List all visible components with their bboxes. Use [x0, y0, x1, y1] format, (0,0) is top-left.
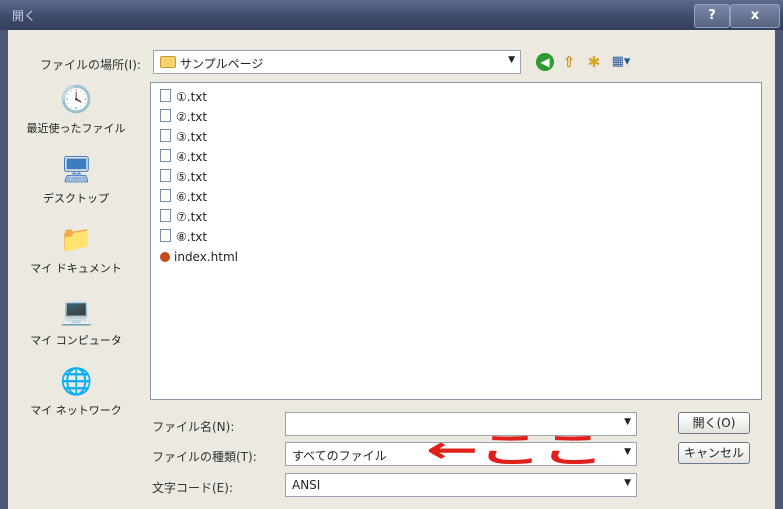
- chevron-down-icon[interactable]: ▼: [508, 55, 515, 65]
- look-in-label: ファイルの場所(I):: [40, 58, 141, 72]
- file-name: ②.txt: [176, 110, 208, 124]
- list-item[interactable]: ③.txt: [160, 129, 207, 145]
- text-file-icon: [160, 169, 171, 182]
- title-bar: 開く ? x: [0, 0, 783, 30]
- open-button[interactable]: 開く(O): [678, 412, 750, 434]
- filetype-value: すべてのファイル: [292, 449, 387, 463]
- file-name: ①.txt: [176, 90, 208, 104]
- dialog-title: 開く: [12, 9, 37, 23]
- place-my-documents[interactable]: 📁 マイ ドキュメント: [10, 224, 142, 276]
- list-item[interactable]: ⑥.txt: [160, 189, 207, 205]
- text-file-icon: [160, 129, 171, 142]
- file-name: index.html: [174, 250, 238, 264]
- list-item[interactable]: ④.txt: [160, 149, 207, 165]
- text-file-icon: [160, 189, 171, 202]
- window-frame-right: [775, 30, 783, 509]
- text-file-icon: [160, 89, 171, 102]
- text-file-icon: [160, 229, 171, 242]
- encoding-label: 文字コード(E):: [152, 481, 233, 495]
- list-item[interactable]: ①.txt: [160, 89, 207, 105]
- filename-label: ファイル名(N):: [152, 420, 235, 434]
- annotation-text: ←ここ: [426, 430, 604, 470]
- list-item[interactable]: ⑧.txt: [160, 229, 207, 245]
- chevron-down-icon[interactable]: ▼: [624, 417, 631, 427]
- look-in-combo[interactable]: サンプルページ ▼: [153, 50, 521, 74]
- file-name: ⑤.txt: [176, 170, 208, 184]
- file-name: ⑦.txt: [176, 210, 208, 224]
- back-arrow-icon[interactable]: ◀: [536, 53, 554, 71]
- file-list[interactable]: ①.txt ②.txt ③.txt ④.txt ⑤.txt ⑥.txt ⑦.tx…: [150, 82, 762, 400]
- chevron-down-icon[interactable]: ▼: [624, 447, 631, 457]
- handwritten-annotation: ←ここ: [426, 430, 604, 470]
- text-file-icon: [160, 209, 171, 222]
- place-label: 最近使ったファイル: [26, 122, 126, 135]
- file-name: ③.txt: [176, 130, 208, 144]
- place-label: マイ ドキュメント: [30, 262, 122, 275]
- view-menu-icon[interactable]: ▦▾: [608, 53, 634, 71]
- place-label: マイ コンピュータ: [30, 334, 122, 347]
- recent-files-icon: 🕓: [60, 85, 93, 115]
- help-button[interactable]: ?: [694, 4, 730, 28]
- list-item[interactable]: ⑤.txt: [160, 169, 207, 185]
- my-network-icon: 🌐: [60, 367, 93, 397]
- list-item[interactable]: index.html: [160, 249, 238, 265]
- encoding-value: ANSI: [292, 478, 321, 492]
- my-computer-icon: 💻: [60, 297, 93, 327]
- encoding-select[interactable]: ANSI ▼: [285, 473, 637, 497]
- close-button[interactable]: x: [730, 4, 780, 28]
- places-bar: 🕓 最近使ったファイル 🖥 デスクトップ 📁 マイ ドキュメント 💻 マイ コン…: [10, 84, 142, 484]
- cancel-button[interactable]: キャンセル: [678, 442, 750, 464]
- text-file-icon: [160, 109, 171, 122]
- window-frame-left: [0, 30, 8, 509]
- new-folder-icon[interactable]: ✱: [585, 53, 603, 71]
- look-in-value: サンプルページ: [180, 57, 264, 71]
- list-item[interactable]: ⑦.txt: [160, 209, 207, 225]
- chevron-down-icon[interactable]: ▼: [624, 478, 631, 488]
- file-name: ④.txt: [176, 150, 208, 164]
- place-my-computer[interactable]: 💻 マイ コンピュータ: [10, 296, 142, 348]
- my-documents-icon: 📁: [60, 225, 93, 255]
- file-name: ⑧.txt: [176, 230, 208, 244]
- up-folder-icon[interactable]: ⇧: [560, 53, 578, 71]
- place-my-network[interactable]: 🌐 マイ ネットワーク: [10, 366, 142, 418]
- text-file-icon: [160, 149, 171, 162]
- list-item[interactable]: ②.txt: [160, 109, 207, 125]
- filetype-label: ファイルの種類(T):: [152, 450, 257, 464]
- html-file-icon: [160, 252, 170, 262]
- place-recent[interactable]: 🕓 最近使ったファイル: [10, 84, 142, 136]
- desktop-icon: 🖥: [60, 155, 94, 185]
- open-file-dialog: 開く ? x ファイルの場所(I): サンプルページ ▼ ◀ ⇧ ✱ ▦▾ 🕓 …: [0, 0, 783, 509]
- folder-icon: [160, 56, 176, 68]
- place-desktop[interactable]: 🖥 デスクトップ: [10, 154, 142, 206]
- file-name: ⑥.txt: [176, 190, 208, 204]
- place-label: デスクトップ: [43, 192, 109, 205]
- place-label: マイ ネットワーク: [30, 404, 122, 417]
